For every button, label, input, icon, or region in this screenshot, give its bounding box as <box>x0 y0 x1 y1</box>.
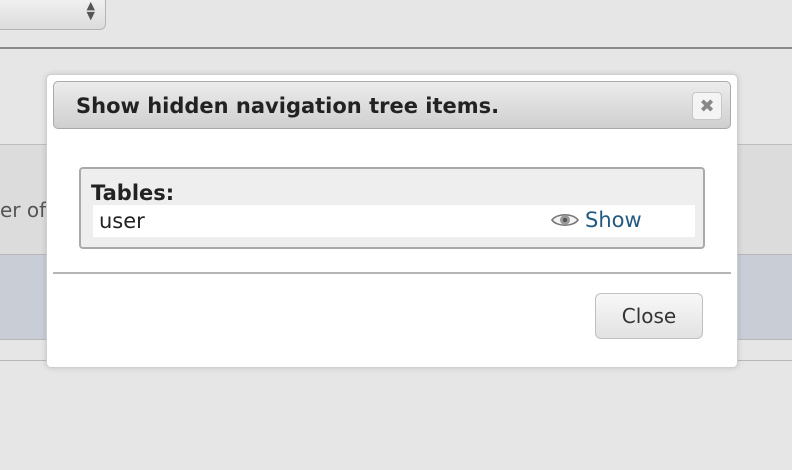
hidden-items-dialog: Show hidden navigation tree items. ✖ Tab… <box>46 74 738 368</box>
dialog-title: Show hidden navigation tree items. <box>76 94 500 118</box>
select-arrows-icon: ▲ ▼ <box>86 0 95 22</box>
hidden-item-name: user <box>99 209 145 233</box>
close-button[interactable]: Close <box>595 293 703 339</box>
tables-fieldset: Tables: user Show <box>79 167 705 249</box>
hidden-item-row: user Show <box>93 205 695 237</box>
page: ▲ ▼ er of c Show hidden navigation tree i… <box>0 0 792 470</box>
show-item-label: Show <box>585 208 642 232</box>
dialog-close-icon[interactable]: ✖ <box>692 92 722 120</box>
eye-icon <box>551 213 579 227</box>
tables-section-label: Tables: <box>91 181 175 205</box>
dialog-footer-divider <box>53 272 731 274</box>
background-divider <box>0 47 792 49</box>
dialog-titlebar: Show hidden navigation tree items. ✖ <box>53 81 731 129</box>
show-item-link[interactable]: Show <box>551 208 642 232</box>
background-select[interactable]: ▲ ▼ <box>0 0 106 30</box>
close-icon: ✖ <box>699 95 715 117</box>
